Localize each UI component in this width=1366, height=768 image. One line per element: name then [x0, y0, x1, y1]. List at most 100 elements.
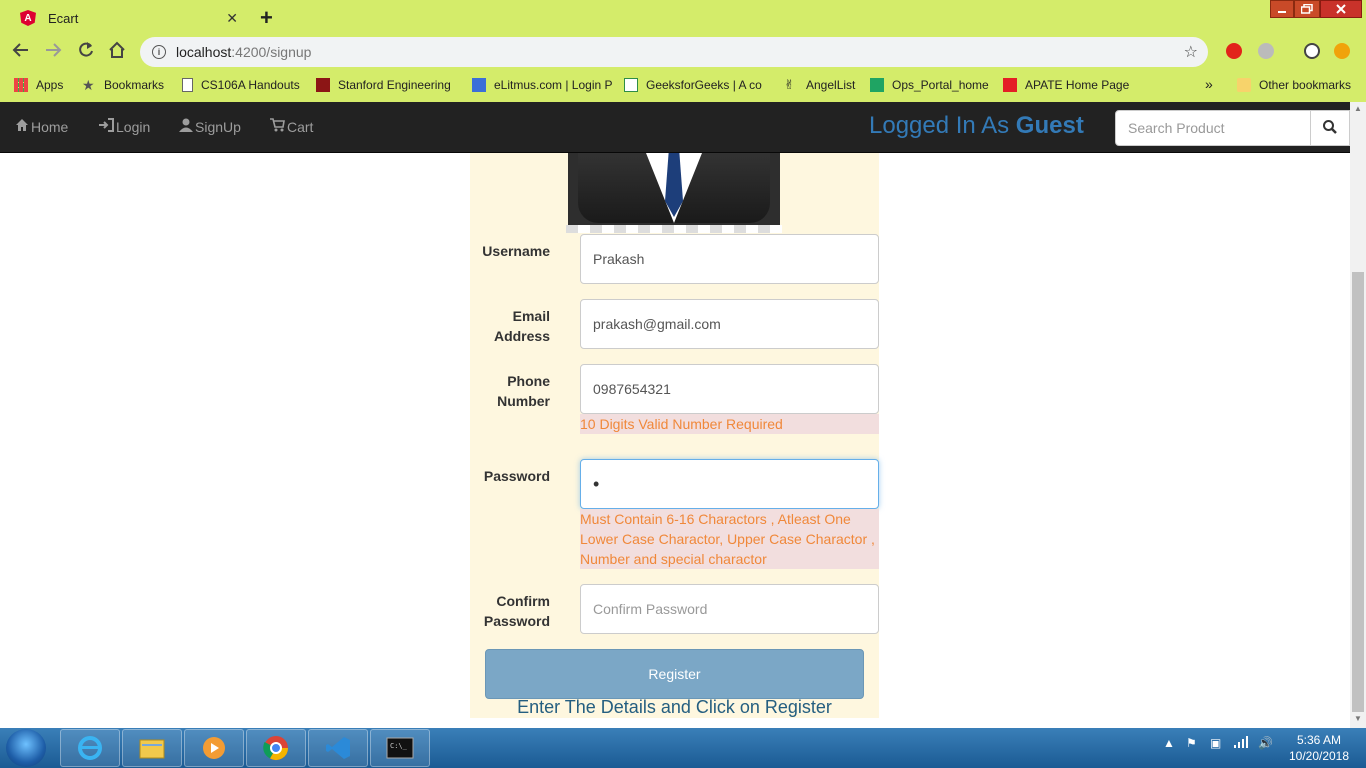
browser-toolbar: i localhost:4200/signup ☆ [0, 34, 1366, 70]
start-button[interactable] [6, 729, 46, 767]
angellist-icon: ✌ [784, 77, 795, 92]
confirm-password-input[interactable]: Confirm Password [580, 584, 879, 634]
soccer-extension-icon[interactable] [1304, 43, 1320, 59]
reload-icon[interactable] [77, 41, 95, 64]
back-icon[interactable] [12, 41, 30, 64]
minimize-icon[interactable] [1270, 0, 1294, 18]
svg-text:C:\_: C:\_ [390, 742, 408, 750]
vscode-icon[interactable] [308, 729, 368, 767]
address-bar[interactable]: i localhost:4200/signup ☆ [140, 37, 1208, 67]
cart-icon [270, 118, 285, 135]
search-input[interactable]: Search Product [1115, 110, 1311, 146]
register-hint: Enter The Details and Click on Register [517, 697, 832, 717]
apps-grid-icon [14, 78, 28, 92]
clock-date: 10/20/2018 [1288, 749, 1350, 763]
bookmark-other[interactable]: Other bookmarks [1237, 78, 1351, 92]
bookmark-label: Ops_Portal_home [892, 78, 989, 92]
bookmark-label: CS106A Handouts [201, 78, 300, 92]
restore-icon[interactable] [1294, 0, 1320, 18]
bookmark-elitmus[interactable]: eLitmus.com | Login P [472, 78, 613, 92]
bookmark-stanford[interactable]: Stanford Engineering [316, 78, 451, 92]
nav-cart[interactable]: Cart [270, 118, 313, 135]
bookmark-label: GeeksforGeeks | A co [646, 78, 762, 92]
home-icon [15, 118, 29, 135]
info-icon[interactable]: i [152, 45, 166, 59]
nav-home-label: Home [31, 118, 69, 135]
home-icon[interactable] [108, 41, 126, 64]
close-tab-icon[interactable]: ✕ [226, 10, 238, 27]
email-input[interactable]: prakash@gmail.com [580, 299, 879, 349]
bookmark-label: APATE Home Page [1025, 78, 1130, 92]
nav-login-label: Login [116, 118, 151, 135]
nav-signup[interactable]: SignUp [179, 118, 241, 135]
phone-label: Phone Number [497, 373, 550, 409]
nav-signup-label: SignUp [195, 118, 241, 135]
tab-title: Ecart [48, 10, 79, 26]
search-button[interactable] [1310, 110, 1350, 146]
network-icon[interactable] [1234, 736, 1248, 751]
url-path: :4200/signup [231, 44, 312, 60]
ops-portal-icon [870, 78, 884, 92]
volume-icon[interactable]: 🔊 [1258, 736, 1273, 750]
scroll-up-icon[interactable]: ▲ [1354, 104, 1362, 113]
nav-home[interactable]: Home [15, 118, 68, 135]
bookmark-label: Bookmarks [104, 78, 165, 92]
logged-in-user: Guest [1015, 112, 1084, 139]
browser-titlebar: A Ecart ✕ + [0, 0, 1366, 34]
bookmark-geeksforgeeks[interactable]: GeeksforGeeks | A co [624, 78, 762, 92]
bookmark-label: Apps [36, 78, 64, 92]
search-icon [1323, 119, 1337, 137]
opera-extension-icon[interactable] [1226, 43, 1242, 59]
apate-icon [1003, 78, 1017, 92]
app-navbar: Home Login SignUp Cart Logged In As Gues… [0, 102, 1350, 153]
bookmark-ops-portal[interactable]: Ops_Portal_home [870, 78, 989, 92]
phone-input[interactable]: 0987654321 [580, 364, 879, 414]
new-tab-button[interactable]: + [260, 5, 273, 31]
logged-in-prefix: Logged In As [869, 112, 1016, 139]
image-border [566, 225, 782, 233]
file-explorer-icon[interactable] [122, 729, 182, 767]
bookmark-label: eLitmus.com | Login P [494, 78, 613, 92]
bookmark-bookmarks[interactable]: ★ Bookmarks [82, 78, 164, 92]
clock-time: 5:36 AM [1296, 733, 1342, 747]
nav-login[interactable]: Login [98, 118, 150, 135]
scroll-down-icon[interactable]: ▼ [1354, 714, 1362, 723]
update-alert-icon[interactable] [1334, 43, 1350, 59]
bookmarks-overflow[interactable]: » [1205, 76, 1213, 92]
folder-icon [1237, 78, 1251, 92]
nav-cart-label: Cart [287, 118, 314, 135]
chrome-icon[interactable] [246, 729, 306, 767]
media-player-icon[interactable] [184, 729, 244, 767]
bookmark-angellist[interactable]: ✌ AngelList [784, 77, 855, 93]
close-window-icon[interactable] [1320, 0, 1362, 18]
bookmark-cs106a[interactable]: CS106A Handouts [182, 78, 300, 92]
extension-icon[interactable] [1258, 43, 1274, 59]
browser-tab[interactable]: A Ecart ✕ [8, 2, 248, 34]
signup-panel: Username Prakash Email Address prakash@g… [470, 153, 879, 718]
page-scrollbar[interactable]: ▲ ▼ [1350, 102, 1366, 728]
bookmark-apate[interactable]: APATE Home Page [1003, 78, 1129, 92]
scrollbar-thumb[interactable] [1352, 272, 1364, 712]
bookmark-apps[interactable]: Apps [14, 78, 63, 92]
internet-explorer-icon[interactable] [60, 729, 120, 767]
system-clock[interactable]: 5:36 AM 10/20/2018 [1284, 732, 1354, 764]
forward-icon[interactable] [44, 41, 62, 64]
email-label: Email Address [493, 308, 550, 344]
username-input[interactable]: Prakash [580, 234, 879, 284]
command-prompt-icon[interactable]: C:\_ [370, 729, 430, 767]
logged-in-status: Logged In As Guest [869, 112, 1084, 140]
show-hidden-icons[interactable]: ▲ [1163, 736, 1175, 750]
login-icon [98, 118, 114, 135]
register-button[interactable]: Register [485, 649, 864, 699]
elitmus-icon [472, 78, 486, 92]
page-icon [182, 78, 193, 92]
bookmark-star-icon[interactable]: ☆ [1184, 42, 1198, 62]
username-label: Username [482, 243, 550, 259]
user-icon [179, 118, 193, 135]
device-icon[interactable]: ▣ [1210, 736, 1221, 750]
password-input[interactable]: • [580, 459, 879, 509]
windows-taskbar: C:\_ ▲ ⚑ ▣ 🔊 5:36 AM 10/20/2018 [0, 728, 1366, 768]
password-error: Must Contain 6-16 Charactors , Atleast O… [580, 509, 879, 569]
action-center-icon[interactable]: ⚑ [1186, 736, 1197, 750]
stanford-icon [316, 78, 330, 92]
